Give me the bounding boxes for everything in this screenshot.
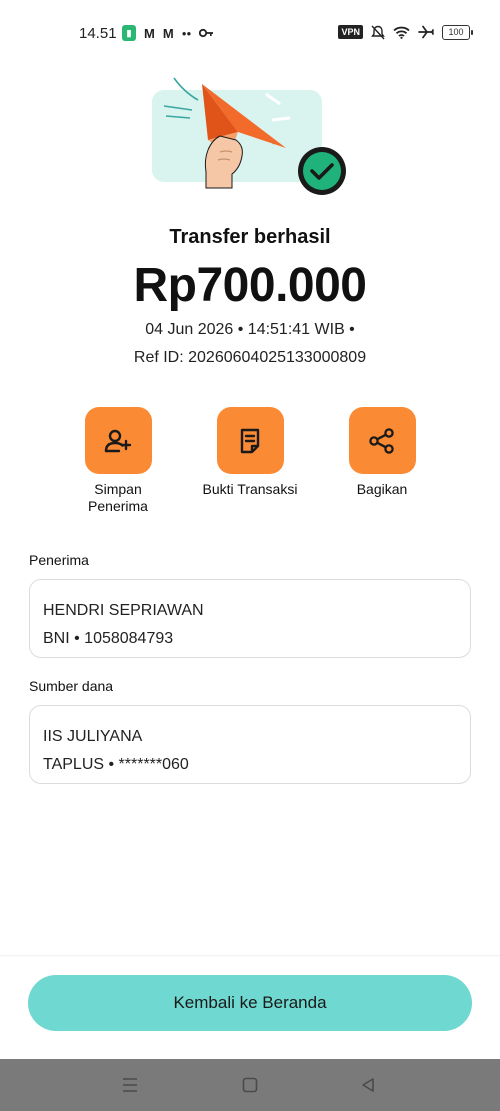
save-recipient-label-line1: Simpan — [94, 481, 142, 497]
transfer-amount: Rp700.000 — [133, 259, 368, 312]
battery-icon: 100 — [442, 24, 473, 40]
notification-icon: ●● — [181, 28, 192, 38]
mute-icon — [371, 24, 385, 40]
receipt-button[interactable] — [216, 407, 284, 474]
share-action[interactable]: Bagikan — [317, 407, 447, 498]
receipt-icon — [240, 428, 260, 453]
receipt-label: Bukti Transaksi — [185, 481, 315, 498]
back-to-home-button[interactable]: Kembali ke Beranda — [28, 975, 472, 1031]
gmail-icon: M — [144, 25, 155, 41]
share-label: Bagikan — [317, 481, 447, 498]
receipt-label-line1: Bukti Transaksi — [202, 481, 298, 497]
vpn-icon: VPN — [338, 25, 363, 39]
recipient-account: BNI • 1058084793 — [43, 630, 174, 647]
transfer-status-title: Transfer berhasil — [169, 226, 331, 248]
success-illustration — [150, 74, 350, 198]
receipt-action[interactable]: Bukti Transaksi — [185, 407, 315, 498]
airplane-icon — [418, 24, 434, 40]
share-button[interactable] — [348, 407, 416, 474]
source-account: TAPLUS • *******060 — [43, 756, 189, 773]
status-time: 14.51 — [79, 25, 117, 42]
recipient-card: HENDRI SEPRIAWAN BNI • 1058084793 — [29, 579, 471, 658]
status-system-icons: VPN 100 — [338, 24, 473, 40]
source-name: IIS JULIYANA — [43, 728, 143, 745]
home-square-icon[interactable] — [220, 1059, 280, 1111]
battery-app-icon: ▮ — [122, 25, 136, 41]
gmail-icon: M — [162, 25, 174, 41]
save-recipient-label: Simpan Penerima — [53, 481, 183, 515]
status-notification-icons: ▮ M M ●● — [122, 25, 214, 41]
save-recipient-action[interactable]: Simpan Penerima — [53, 407, 183, 515]
add-user-icon — [104, 429, 132, 452]
paper-plane-hand-icon — [163, 77, 346, 195]
status-bar: 14.51 ▮ M M ●● VPN 100 — [0, 0, 500, 66]
system-nav-bar — [0, 1059, 500, 1111]
recipient-name: HENDRI SEPRIAWAN — [43, 602, 204, 619]
share-icon — [369, 427, 394, 454]
bottom-divider — [0, 955, 500, 957]
save-recipient-button[interactable] — [84, 407, 152, 474]
save-recipient-label-line2: Penerima — [88, 498, 148, 514]
menu-icon[interactable] — [100, 1059, 160, 1111]
transfer-datetime: 04 Jun 2026 • 14:51:41 WIB • — [145, 321, 355, 338]
recipient-section-label: Penerima — [29, 552, 89, 568]
key-icon — [199, 25, 214, 41]
transfer-ref-id: Ref ID: 20260604025133000809 — [133, 349, 367, 366]
share-label-line1: Bagikan — [356, 481, 408, 497]
source-section-label: Sumber dana — [29, 678, 114, 694]
source-card: IIS JULIYANA TAPLUS • *******060 — [29, 705, 471, 784]
wifi-icon — [393, 24, 410, 40]
back-triangle-icon[interactable] — [338, 1059, 398, 1111]
